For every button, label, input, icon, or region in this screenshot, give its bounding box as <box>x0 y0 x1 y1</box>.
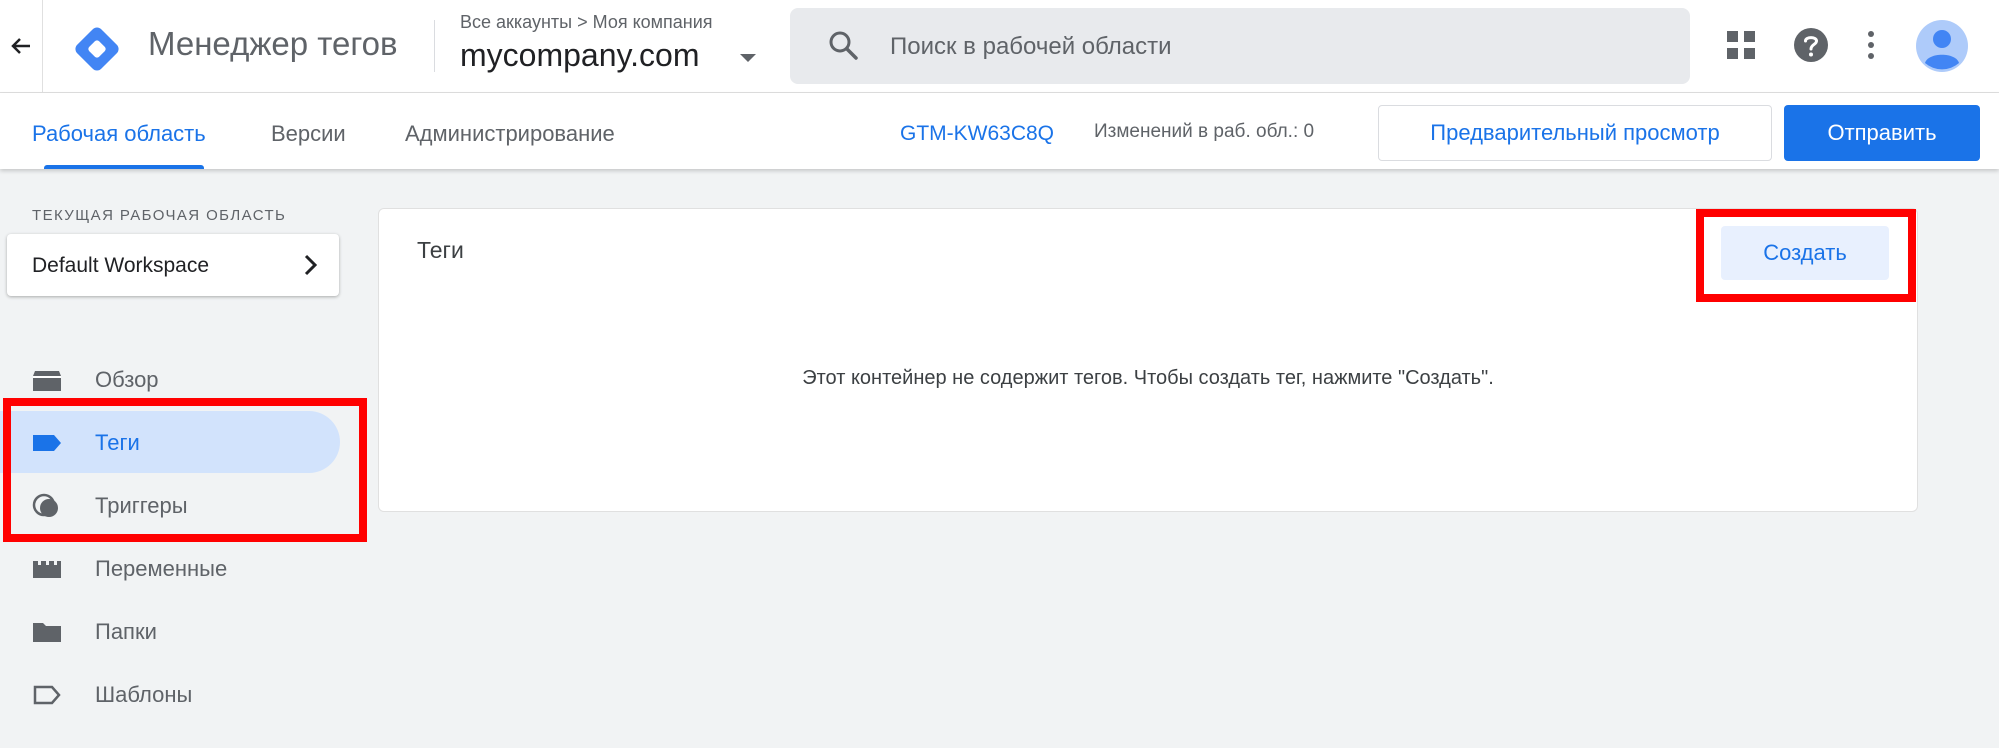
sidebar-item-templates[interactable]: Шаблоны <box>0 663 340 725</box>
breadcrumb[interactable]: Все аккаунты > Моя компания <box>460 12 713 33</box>
variables-icon <box>33 561 61 578</box>
panel-title: Теги <box>417 237 464 263</box>
help-icon[interactable] <box>1793 27 1829 63</box>
sidebar-item-label: Папки <box>95 619 157 644</box>
chevron-right-icon <box>304 254 318 276</box>
more-vert-icon[interactable] <box>1860 27 1882 63</box>
apps-grid-icon[interactable] <box>1726 30 1756 60</box>
account-dropdown-caret-icon[interactable] <box>740 54 756 62</box>
container-id-link[interactable]: GTM-KW63C8Q <box>900 122 1054 146</box>
folder-icon <box>33 623 61 642</box>
workspace-search-input[interactable]: Поиск в рабочей области <box>790 8 1690 84</box>
top-app-bar: Менеджер тегов Все аккаунты > Моя компан… <box>0 0 1999 93</box>
sidebar-item-label: Триггеры <box>95 493 188 518</box>
product-name: Менеджер тегов <box>148 25 398 62</box>
tab-versions[interactable]: Версии <box>271 121 346 147</box>
preview-button[interactable]: Предварительный просмотр <box>1378 105 1772 161</box>
tag-manager-logo-icon <box>75 27 119 71</box>
sidebar-item-overview[interactable]: Обзор <box>0 348 340 410</box>
sidebar-item-label: Обзор <box>95 367 159 392</box>
back-arrow-icon[interactable] <box>8 30 34 62</box>
search-icon <box>829 31 858 60</box>
avatar[interactable] <box>1916 20 1968 72</box>
workspace-changes-count: Изменений в раб. обл.: 0 <box>1094 121 1315 142</box>
submit-button[interactable]: Отправить <box>1784 105 1980 161</box>
workspace-name: Default Workspace <box>32 254 210 277</box>
sidebar-item-tags[interactable]: Теги <box>0 411 340 473</box>
create-tag-button[interactable]: Создать <box>1721 226 1889 280</box>
active-tab-indicator <box>44 165 204 169</box>
current-workspace-heading: ТЕКУЩАЯ РАБОЧАЯ ОБЛАСТЬ <box>32 207 287 224</box>
search-placeholder: Поиск в рабочей области <box>890 33 1172 60</box>
workspace-nav-bar: Рабочая область Версии Администрирование… <box>0 93 1999 169</box>
account-selector[interactable]: mycompany.com <box>460 37 699 74</box>
template-icon <box>33 685 61 705</box>
back-divider <box>42 0 43 92</box>
tags-panel: Теги Создать Этот контейнер не содержит … <box>378 208 1918 512</box>
sidebar-item-triggers[interactable]: Триггеры <box>0 474 340 536</box>
workspace-selector[interactable]: Default Workspace <box>7 234 339 296</box>
sidebar-item-label: Теги <box>95 430 140 455</box>
sidebar-item-label: Переменные <box>95 556 228 581</box>
sidebar-item-folders[interactable]: Папки <box>0 600 340 662</box>
title-divider <box>434 20 435 72</box>
sidebar-item-label: Шаблоны <box>95 682 193 707</box>
overview-icon <box>33 371 61 391</box>
sidebar-item-variables[interactable]: Переменные <box>0 537 340 599</box>
tag-icon <box>33 435 61 451</box>
tab-workspace[interactable]: Рабочая область <box>32 121 206 147</box>
tab-admin[interactable]: Администрирование <box>405 121 615 147</box>
empty-state-message: Этот контейнер не содержит тегов. Чтобы … <box>802 367 1494 389</box>
trigger-icon <box>32 493 58 517</box>
